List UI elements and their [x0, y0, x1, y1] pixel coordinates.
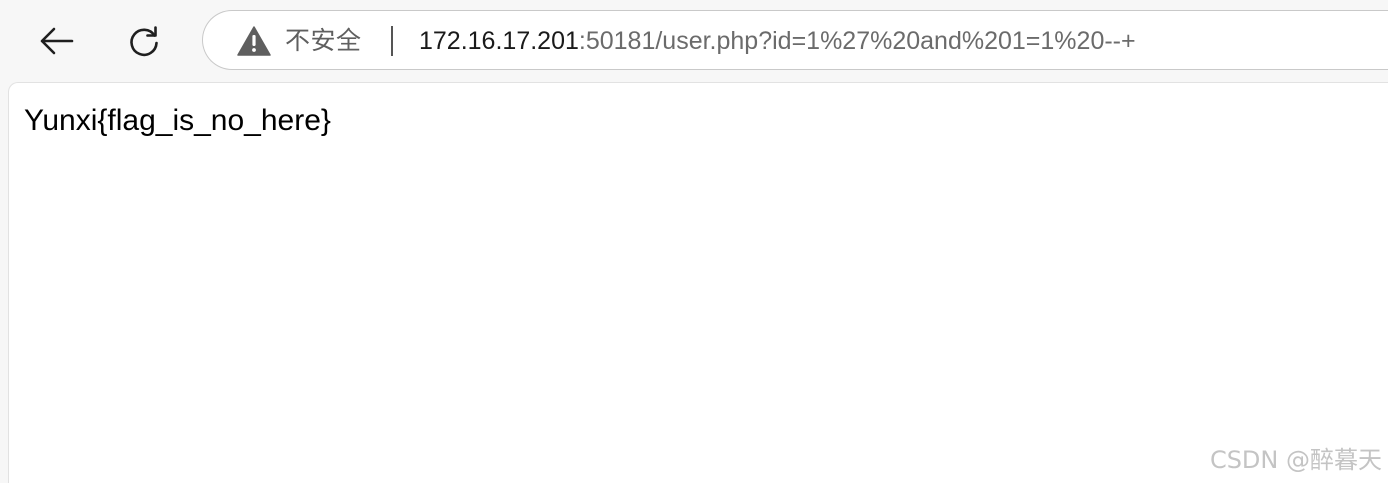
url-path: :50181/user.php?id=1%27%20and%201=1%20--… — [578, 27, 1136, 55]
security-status-label[interactable]: 不安全 — [285, 24, 362, 58]
watermark-text: CSDN @醉暮天 — [1209, 446, 1382, 474]
page-content: Yunxi{flag_is_no_here} — [8, 82, 1388, 483]
browser-toolbar: 不安全 172.16.17.201:50181/user.php?id=1%27… — [0, 0, 1388, 82]
arrow-left-icon — [40, 27, 74, 55]
back-button[interactable] — [32, 18, 80, 64]
address-divider — [391, 26, 393, 56]
address-bar[interactable]: 不安全 172.16.17.201:50181/user.php?id=1%27… — [202, 10, 1388, 70]
reload-button[interactable] — [120, 18, 168, 64]
reload-icon — [130, 26, 158, 57]
url-host: 172.16.17.201 — [419, 27, 579, 55]
url-text[interactable]: 172.16.17.201:50181/user.php?id=1%27%20a… — [419, 24, 1136, 58]
warning-triangle-icon[interactable] — [237, 26, 271, 56]
page-output-text: Yunxi{flag_is_no_here} — [24, 104, 331, 137]
